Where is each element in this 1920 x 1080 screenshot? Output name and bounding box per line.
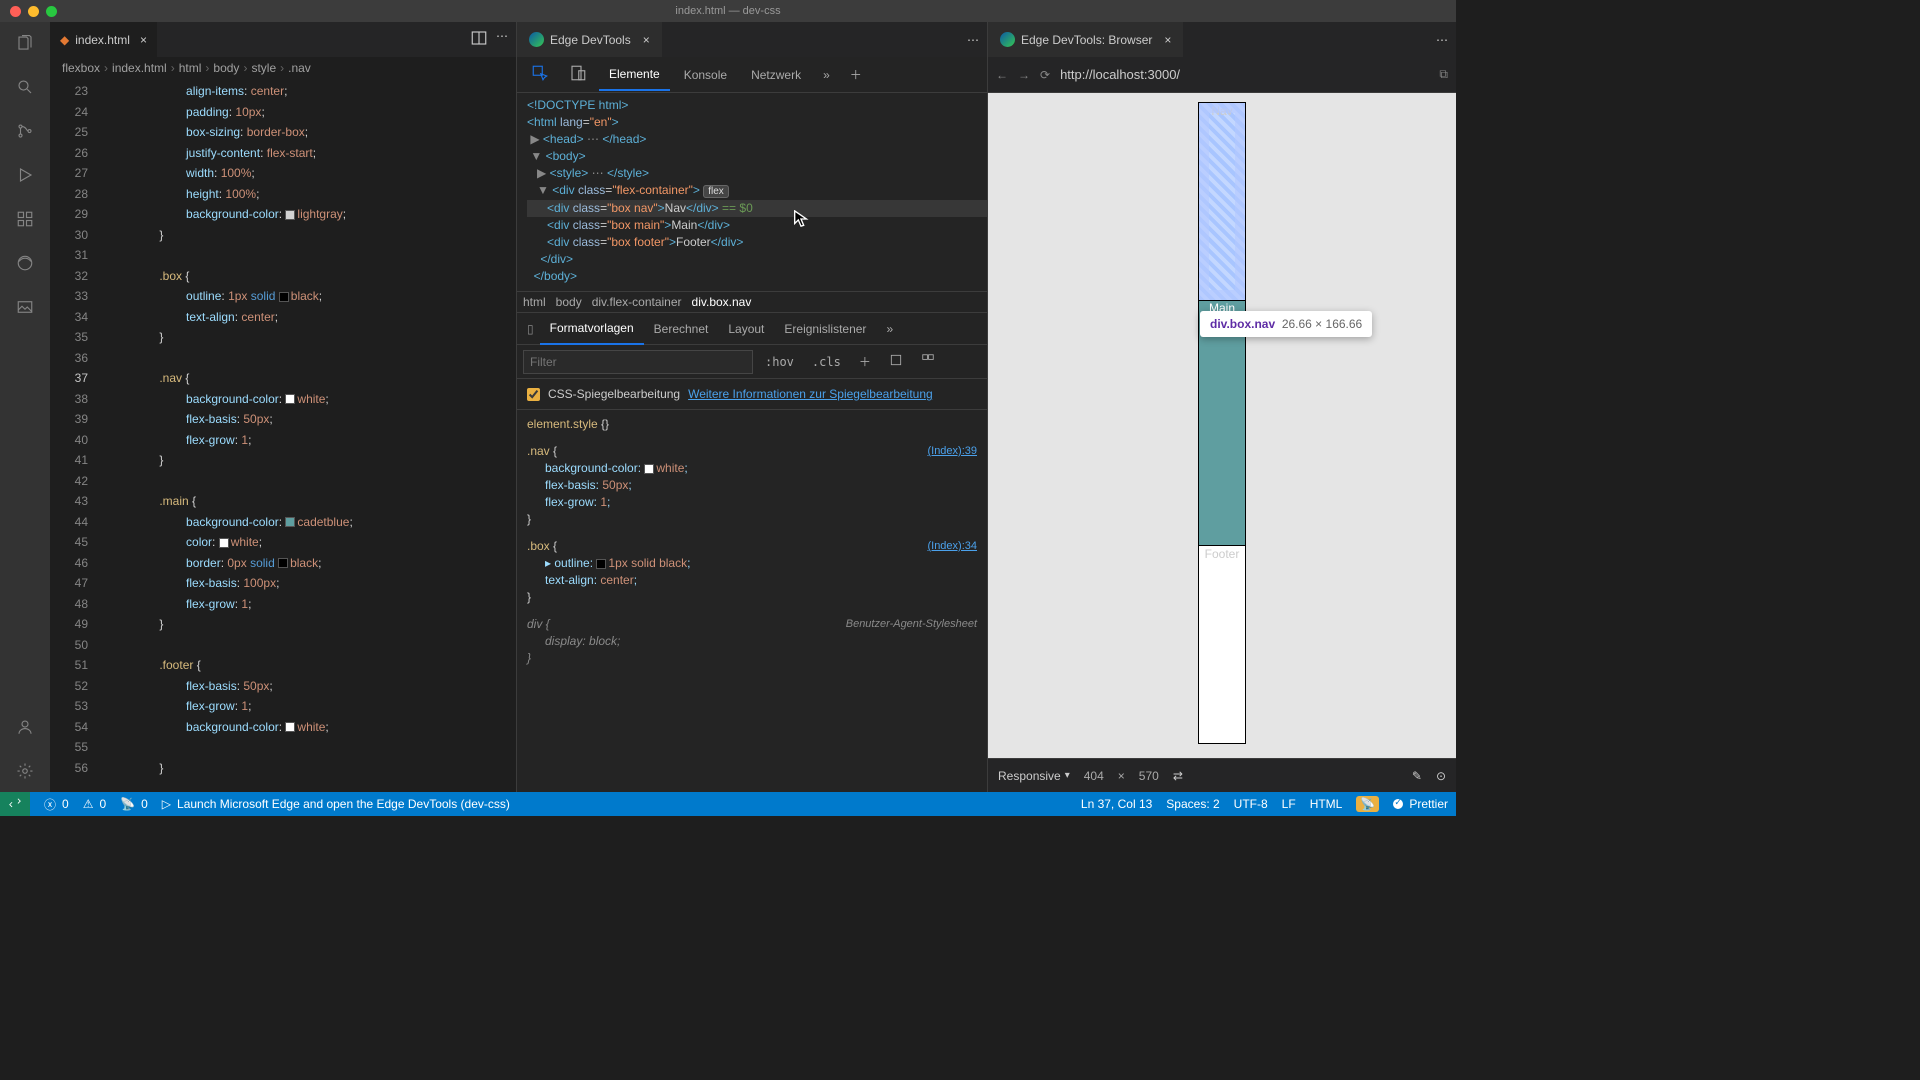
- settings-gear-icon[interactable]: [12, 758, 38, 784]
- drawer-icon[interactable]: ▯: [521, 322, 540, 336]
- window-title: index.html — dev-css: [675, 5, 780, 17]
- split-editor-icon[interactable]: [470, 29, 488, 50]
- close-icon[interactable]: ×: [1164, 33, 1171, 47]
- code-editor[interactable]: 2324252627282930313233343536373839404142…: [50, 79, 516, 792]
- styles-tab-ereignis[interactable]: Ereignislistener: [774, 314, 876, 344]
- image-icon[interactable]: [12, 294, 38, 320]
- run-debug-icon[interactable]: [12, 162, 38, 188]
- browser-panel: Edge DevTools: Browser × ⋯ ← → ⟳ http://…: [988, 22, 1456, 792]
- status-bar: ⓧ 0 ⚠ 0 📡 0 ▷ Launch Microsoft Edge and …: [0, 792, 1456, 816]
- tab-console[interactable]: Konsole: [674, 60, 737, 90]
- reload-icon[interactable]: ⟳: [1040, 68, 1050, 82]
- device-toggle-icon[interactable]: [561, 58, 595, 91]
- inspect-tooltip: div.box.nav 26.66 × 166.66: [1200, 311, 1372, 337]
- more-icon[interactable]: ⋯: [1436, 33, 1456, 47]
- browser-viewport: Nav Main Footer div.box.nav 26.66 × 166.…: [988, 93, 1456, 758]
- search-icon[interactable]: [12, 74, 38, 100]
- devtools-panel: Edge DevTools × ⋯ Elemente Konsole Netzw…: [517, 22, 988, 792]
- devtools-tab[interactable]: Edge DevTools ×: [517, 22, 662, 57]
- remote-indicator[interactable]: [0, 792, 30, 816]
- problems-errors[interactable]: ⓧ 0: [44, 796, 69, 813]
- language-mode[interactable]: HTML: [1310, 797, 1343, 811]
- more-icon[interactable]: ⋯: [967, 33, 987, 47]
- hov-toggle[interactable]: :hov: [759, 353, 800, 371]
- breadcrumb[interactable]: flexbox›index.html›html›body›style›.nav: [50, 57, 516, 79]
- indent[interactable]: Spaces: 2: [1166, 797, 1219, 811]
- styles-tab-layout[interactable]: Layout: [718, 314, 774, 344]
- inspect-element-icon[interactable]: [523, 58, 557, 91]
- close-window[interactable]: [10, 6, 21, 17]
- preview-footer: Footer: [1199, 546, 1245, 743]
- tab-label: index.html: [75, 33, 130, 47]
- devtools-toolbar: Elemente Konsole Netzwerk » ＋: [517, 57, 987, 93]
- viewport-width[interactable]: 404: [1084, 769, 1104, 783]
- edge-devtools-icon[interactable]: [12, 250, 38, 276]
- close-icon[interactable]: ×: [643, 33, 650, 47]
- css-mirror-label: CSS-Spiegelbearbeitung: [548, 387, 680, 401]
- account-icon[interactable]: [12, 714, 38, 740]
- launch-hint[interactable]: ▷ Launch Microsoft Edge and open the Edg…: [162, 797, 510, 811]
- more-actions-icon[interactable]: ⋯: [496, 29, 508, 50]
- dom-tree[interactable]: <!DOCTYPE html> <html lang="en"> ▶ <head…: [517, 93, 987, 291]
- source-control-icon[interactable]: [12, 118, 38, 144]
- traffic-lights: [0, 6, 57, 17]
- cls-toggle[interactable]: .cls: [806, 353, 847, 371]
- browser-toolbar: ← → ⟳ http://localhost:3000/ ⧉: [988, 57, 1456, 93]
- layout-icon[interactable]: [915, 351, 941, 372]
- computed-icon[interactable]: [883, 351, 909, 372]
- url-bar[interactable]: http://localhost:3000/: [1060, 67, 1429, 82]
- minimize-window[interactable]: [28, 6, 39, 17]
- styles-filter-input[interactable]: [523, 350, 753, 374]
- close-tab-icon[interactable]: ×: [140, 33, 147, 47]
- rotate-icon[interactable]: ⇄: [1173, 769, 1183, 783]
- styles-tab-formatvorlagen[interactable]: Formatvorlagen: [540, 313, 644, 345]
- tab-network[interactable]: Netzwerk: [741, 60, 811, 90]
- maximize-window[interactable]: [46, 6, 57, 17]
- ports[interactable]: 📡 0: [120, 797, 148, 811]
- device-select[interactable]: Responsive ▾: [998, 769, 1070, 783]
- more-tabs-icon[interactable]: »: [815, 62, 838, 88]
- css-mirror-link[interactable]: Weitere Informationen zur Spiegelbearbei…: [688, 387, 933, 401]
- screenshot-icon[interactable]: ✎: [1412, 769, 1422, 783]
- rendered-page: Nav Main Footer: [1199, 103, 1245, 743]
- prettier-status[interactable]: Prettier: [1393, 797, 1448, 811]
- dom-breadcrumb[interactable]: htmlbodydiv.flex-containerdiv.box.nav: [517, 291, 987, 313]
- styles-rules[interactable]: element.style {}(Index):39.nav {backgrou…: [517, 410, 987, 792]
- encoding[interactable]: UTF-8: [1234, 797, 1268, 811]
- editor-tabs: ◆ index.html × ⋯: [50, 22, 516, 57]
- css-mirror-checkbox[interactable]: [527, 388, 540, 401]
- extensions-icon[interactable]: [12, 206, 38, 232]
- more-styles-tabs-icon[interactable]: »: [876, 314, 903, 344]
- device-toolbar: Responsive ▾ 404 × 570 ⇄ ✎ ⊙: [988, 758, 1456, 792]
- cursor-position[interactable]: Ln 37, Col 13: [1081, 797, 1152, 811]
- edge-icon: [1000, 32, 1015, 47]
- styles-filter-bar: :hov .cls ＋: [517, 345, 987, 379]
- css-mirror-row: CSS-Spiegelbearbeitung Weitere Informati…: [517, 379, 987, 410]
- styles-tabs: ▯ Formatvorlagen Berechnet Layout Ereign…: [517, 313, 987, 345]
- forward-icon[interactable]: →: [1018, 68, 1030, 82]
- back-icon[interactable]: ←: [996, 68, 1008, 82]
- problems-warnings[interactable]: ⚠ 0: [83, 797, 106, 811]
- explorer-icon[interactable]: [12, 30, 38, 56]
- preview-nav: Nav: [1199, 103, 1245, 300]
- eol[interactable]: LF: [1282, 797, 1296, 811]
- editor-panel: ◆ index.html × ⋯ flexbox›index.html›html…: [50, 22, 517, 792]
- new-rule-icon[interactable]: ＋: [853, 351, 877, 372]
- viewport-height[interactable]: 570: [1139, 769, 1159, 783]
- options-icon[interactable]: ⊙: [1436, 769, 1446, 783]
- activity-bar: [0, 22, 50, 792]
- port-indicator[interactable]: 📡: [1356, 796, 1379, 812]
- open-external-icon[interactable]: ⧉: [1439, 67, 1448, 82]
- window-titlebar: index.html — dev-css: [0, 0, 1456, 22]
- add-tab-icon[interactable]: ＋: [842, 60, 870, 89]
- edge-icon: [529, 32, 544, 47]
- browser-tab[interactable]: Edge DevTools: Browser ×: [988, 22, 1183, 57]
- editor-tab[interactable]: ◆ index.html ×: [50, 22, 157, 57]
- styles-tab-berechnet[interactable]: Berechnet: [644, 314, 719, 344]
- tab-elements[interactable]: Elemente: [599, 59, 670, 91]
